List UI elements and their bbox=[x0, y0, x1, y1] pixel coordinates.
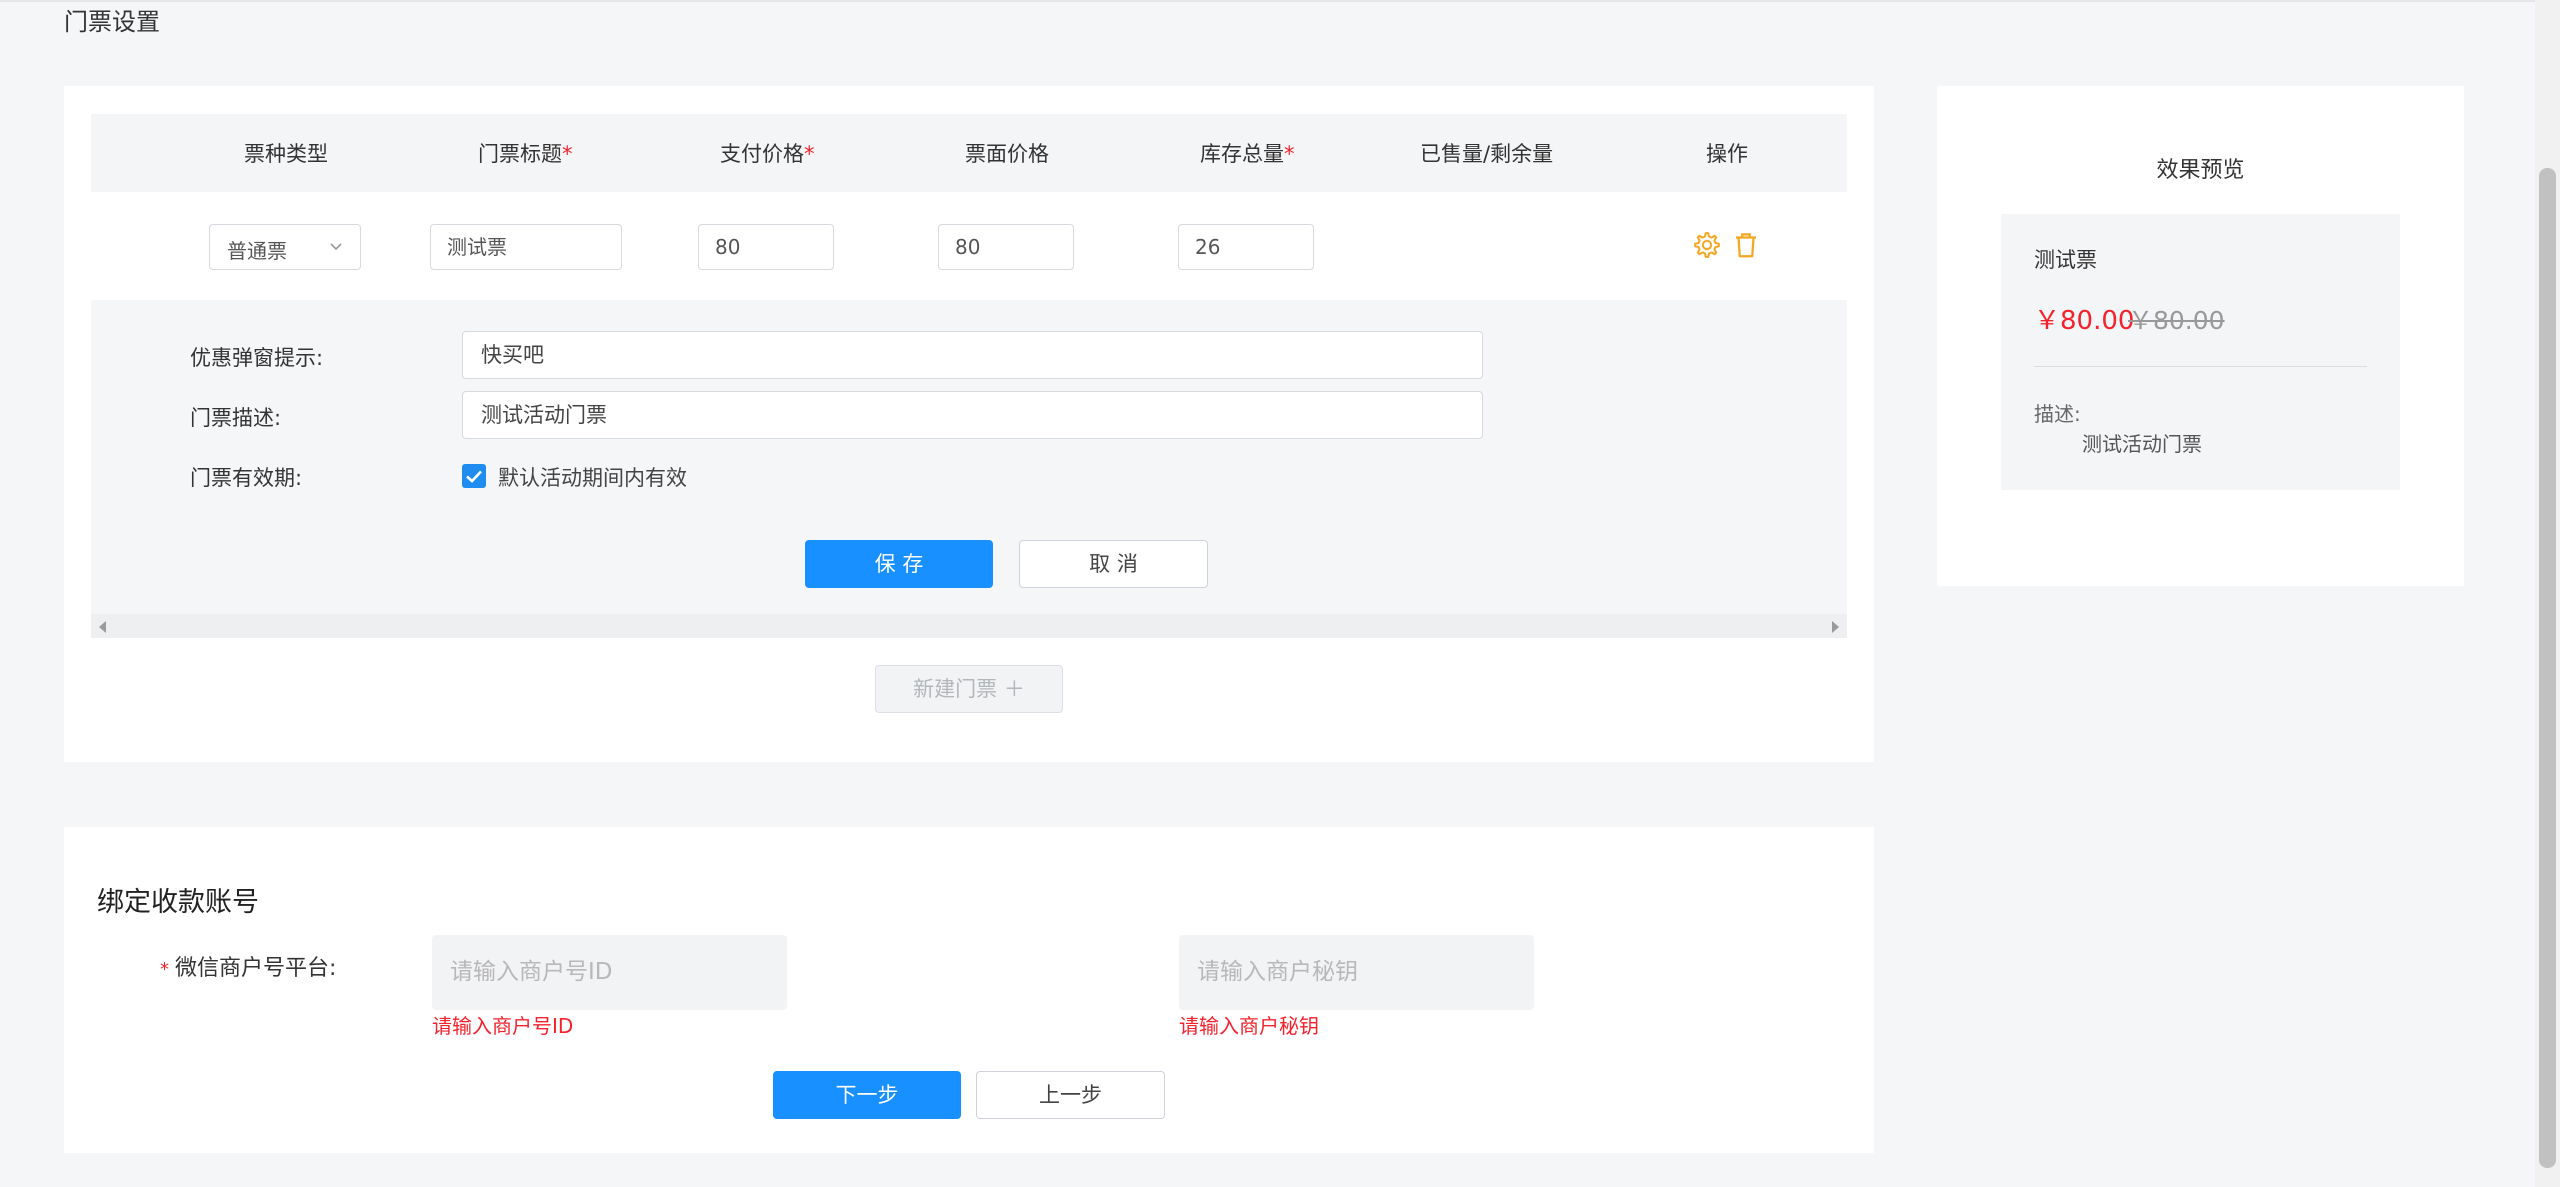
header-pay-price: 支付价格* bbox=[720, 142, 815, 166]
header-ticket-type: 票种类型 bbox=[244, 142, 328, 166]
scroll-left-arrow-icon[interactable] bbox=[99, 621, 106, 633]
page-title: 门票设置 bbox=[64, 8, 160, 36]
scroll-right-arrow-icon[interactable] bbox=[1832, 621, 1839, 633]
header-actions: 操作 bbox=[1706, 142, 1748, 166]
wechat-merchant-label: * 微信商户号平台: bbox=[160, 956, 337, 981]
top-border bbox=[0, 0, 2560, 2]
validity-label: 门票有效期: bbox=[190, 466, 303, 490]
account-section-title: 绑定收款账号 bbox=[97, 887, 259, 918]
account-card bbox=[64, 827, 1874, 1153]
vertical-scrollbar[interactable] bbox=[2535, 0, 2560, 1187]
header-sold-remaining: 已售量/剩余量 bbox=[1420, 142, 1554, 166]
promo-input[interactable]: 快买吧 bbox=[462, 331, 1483, 379]
save-button[interactable]: 保 存 bbox=[805, 540, 993, 588]
preview-ticket-name: 测试票 bbox=[2034, 248, 2097, 272]
next-step-button[interactable]: 下一步 bbox=[773, 1071, 961, 1119]
merchant-key-error: 请输入商户秘钥 bbox=[1179, 1014, 1319, 1038]
validity-checkbox[interactable] bbox=[462, 464, 486, 488]
description-input[interactable]: 测试活动门票 bbox=[462, 391, 1483, 439]
scrollbar-thumb[interactable] bbox=[2539, 168, 2556, 1168]
required-mark: * bbox=[1284, 142, 1295, 166]
face-price-input[interactable]: 80 bbox=[938, 224, 1074, 270]
ticket-type-value: 普通票 bbox=[227, 239, 287, 263]
chevron-down-icon bbox=[330, 243, 342, 251]
header-face-price: 票面价格 bbox=[965, 142, 1049, 166]
stock-input[interactable]: 26 bbox=[1178, 224, 1314, 270]
required-mark: * bbox=[160, 959, 169, 980]
header-stock: 库存总量* bbox=[1200, 142, 1295, 166]
preview-title: 效果预览 bbox=[2156, 158, 2245, 183]
required-mark: * bbox=[562, 142, 573, 166]
new-ticket-button[interactable]: 新建门票 ＋ bbox=[875, 665, 1063, 713]
merchant-id-input[interactable]: 请输入商户号ID bbox=[432, 935, 787, 1010]
header-ticket-title: 门票标题* bbox=[478, 142, 573, 166]
preview-price: ￥80.00 bbox=[2034, 306, 2135, 336]
check-icon bbox=[466, 470, 482, 483]
horizontal-scrollbar[interactable] bbox=[91, 614, 1847, 638]
cancel-button[interactable]: 取 消 bbox=[1019, 540, 1208, 588]
preview-description-label: 描述: bbox=[2034, 402, 2081, 426]
description-label: 门票描述: bbox=[190, 406, 282, 430]
previous-step-button[interactable]: 上一步 bbox=[976, 1071, 1165, 1119]
merchant-id-error: 请输入商户号ID bbox=[432, 1014, 574, 1038]
merchant-key-input[interactable]: 请输入商户秘钥 bbox=[1179, 935, 1534, 1010]
gear-icon[interactable] bbox=[1692, 230, 1722, 260]
promo-label: 优惠弹窗提示: bbox=[190, 346, 324, 370]
ticket-title-input[interactable]: 测试票 bbox=[430, 224, 622, 270]
trash-icon[interactable] bbox=[1731, 230, 1761, 260]
preview-description: 测试活动门票 bbox=[2082, 432, 2202, 456]
validity-option-label[interactable]: 默认活动期间内有效 bbox=[498, 462, 687, 492]
pay-price-input[interactable]: 80 bbox=[698, 224, 834, 270]
preview-original-price: ￥80.00 bbox=[2128, 306, 2225, 335]
required-mark: * bbox=[804, 142, 815, 166]
ticket-type-select[interactable]: 普通票 bbox=[209, 224, 361, 270]
divider bbox=[2034, 366, 2367, 367]
